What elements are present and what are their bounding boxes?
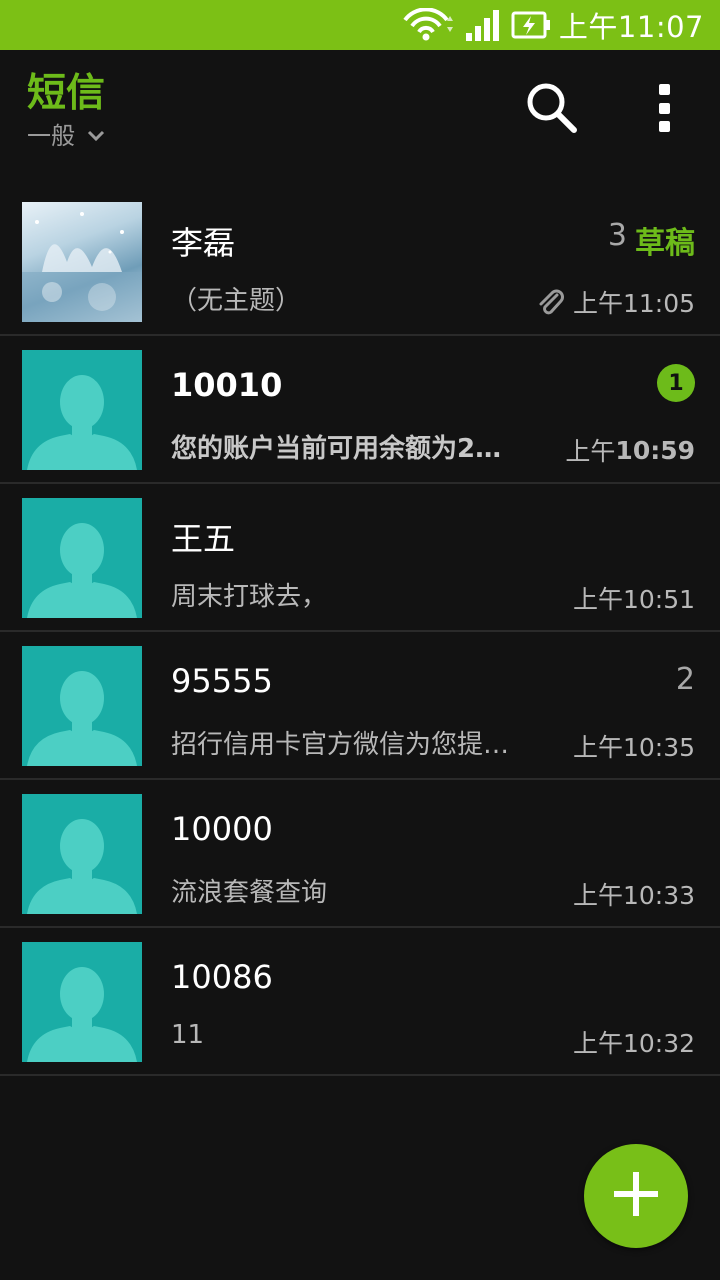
contact-name: 王五 xyxy=(171,520,236,558)
message-snippet: 11 xyxy=(171,1020,205,1050)
message-count: 2 xyxy=(675,662,695,697)
signal-icon xyxy=(465,9,501,41)
timestamp: 上午10:32 xyxy=(572,1029,695,1058)
plus-icon xyxy=(611,1169,661,1223)
list-item[interactable]: 李磊 3 草稿 （无主题） 上午11:05 xyxy=(0,188,720,336)
page-title: 短信 xyxy=(27,71,106,116)
more-vertical-icon xyxy=(658,84,670,95)
contact-name: 95555 xyxy=(171,662,273,700)
avatar[interactable] xyxy=(22,646,142,766)
search-icon xyxy=(524,83,580,140)
message-snippet: 您的账户当前可用余额为2… xyxy=(171,434,502,464)
contact-name: 10010 xyxy=(171,366,283,404)
timestamp: 上午11:05 xyxy=(572,289,695,318)
message-snippet: 流浪套餐查询 xyxy=(171,878,328,908)
message-snippet: （无主题） xyxy=(171,286,302,316)
more-vertical-icon-dot xyxy=(658,121,670,132)
compose-button[interactable] xyxy=(584,1144,688,1248)
avatar[interactable] xyxy=(22,498,142,618)
contact-name: 李磊 xyxy=(171,224,236,262)
overflow-menu-button[interactable] xyxy=(640,78,688,138)
list-item[interactable]: 95555 2 招行信用卡官方微信为您提… 上午10:35 xyxy=(0,632,720,780)
chevron-down-icon xyxy=(87,120,105,148)
timestamp-container: 上午11:05 xyxy=(535,284,695,320)
wifi-icon xyxy=(401,8,455,42)
search-button[interactable] xyxy=(524,80,580,136)
timestamp: 上午10:35 xyxy=(572,733,695,762)
avatar[interactable] xyxy=(22,794,142,914)
app-bar: 短信 一般 xyxy=(0,50,720,160)
draft-count: 3 xyxy=(607,218,627,253)
battery-charging-icon xyxy=(511,10,551,40)
timestamp-value: 10:59 xyxy=(615,435,695,465)
timestamp-prefix: 上午 xyxy=(565,437,616,466)
status-bar: 上午11:07 xyxy=(0,0,720,50)
default-contact-icon xyxy=(27,671,137,766)
conversation-list: 李磊 3 草稿 （无主题） 上午11:05 10010 1 您的账户当前可用余额… xyxy=(0,188,720,1076)
draft-label: 草稿 xyxy=(635,226,695,261)
timestamp: 上午10:51 xyxy=(572,585,695,614)
timestamp: 上午10:33 xyxy=(572,881,695,910)
avatar[interactable] xyxy=(22,350,142,470)
default-contact-icon xyxy=(27,967,137,1062)
contact-name: 10086 xyxy=(171,958,273,996)
list-item[interactable]: 10000 流浪套餐查询 上午10:33 xyxy=(0,780,720,928)
message-snippet: 招行信用卡官方微信为您提… xyxy=(171,730,510,760)
clock: 上午11:07 xyxy=(558,10,704,44)
list-item[interactable]: 10086 11 上午10:32 xyxy=(0,928,720,1076)
contact-name: 10000 xyxy=(171,810,273,848)
default-contact-icon xyxy=(27,375,137,470)
message-snippet: 周末打球去， xyxy=(171,582,328,612)
attachment-icon xyxy=(535,287,565,317)
unread-badge: 1 xyxy=(657,364,695,402)
timestamp: 上午 10:59 xyxy=(565,432,695,468)
draft-indicator: 3 草稿 xyxy=(608,218,695,262)
more-vertical-icon-dot xyxy=(658,102,670,114)
avatar[interactable] xyxy=(22,942,142,1062)
folder-label: 一般 xyxy=(27,122,75,150)
default-contact-icon xyxy=(27,523,137,618)
folder-selector[interactable]: 一般 xyxy=(27,116,105,151)
list-item[interactable]: 10010 1 您的账户当前可用余额为2… 上午 10:59 xyxy=(0,336,720,484)
avatar[interactable] xyxy=(22,202,142,322)
status-icons: 上午11:07 xyxy=(391,0,720,50)
list-item[interactable]: 王五 周末打球去， 上午10:51 xyxy=(0,484,720,632)
default-contact-icon xyxy=(27,819,137,914)
